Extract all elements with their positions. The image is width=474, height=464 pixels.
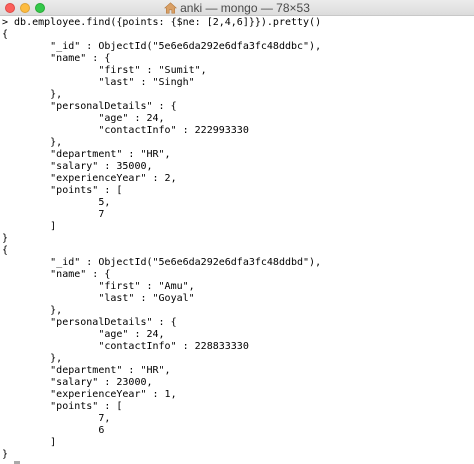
terminal-line: "salary" : 35000,	[2, 161, 474, 173]
terminal-line: "age" : 24,	[2, 329, 474, 341]
terminal-line-text: ]	[2, 437, 57, 448]
terminal-line-text: 5,	[2, 197, 111, 208]
terminal-line: "_id" : ObjectId("5e6e6da292e6dfa3fc48dd…	[2, 257, 474, 269]
terminal-line-text: "salary" : 23000,	[2, 377, 153, 388]
terminal-line-text: "_id" : ObjectId("5e6e6da292e6dfa3fc48dd…	[2, 257, 322, 268]
terminal-line-text: "contactInfo" : 228833330	[2, 341, 249, 352]
terminal-line: "name" : {	[2, 53, 474, 65]
terminal-line-text: "last" : "Goyal"	[2, 293, 195, 304]
terminal-line-text: }	[2, 449, 9, 460]
title-bar[interactable]: anki — mongo — 78×53	[0, 0, 474, 16]
terminal-line: "department" : "HR",	[2, 365, 474, 377]
terminal-line-text: }	[2, 233, 9, 244]
terminal-line-text: "points" : [	[2, 185, 123, 196]
terminal-line: 7	[2, 209, 474, 221]
terminal-line-text: },	[2, 353, 63, 364]
terminal-line: {	[2, 29, 474, 41]
terminal-line: "department" : "HR",	[2, 149, 474, 161]
terminal-line-text: 7	[2, 209, 105, 220]
terminal-line: "personalDetails" : {	[2, 317, 474, 329]
terminal-line: "experienceYear" : 1,	[2, 389, 474, 401]
terminal-line: },	[2, 305, 474, 317]
terminal-line-text: {	[2, 245, 9, 256]
terminal-window: anki — mongo — 78×53 > db.employee.find(…	[0, 0, 474, 464]
terminal-line: },	[2, 137, 474, 149]
terminal-line: {	[2, 245, 474, 257]
terminal-line-text: "personalDetails" : {	[2, 317, 177, 328]
terminal-line: "last" : "Goyal"	[2, 293, 474, 305]
terminal-line-text: ]	[2, 221, 57, 232]
terminal-line-text: "age" : 24,	[2, 113, 165, 124]
terminal-line-text: 6	[2, 425, 105, 436]
terminal-line-text: "department" : "HR",	[2, 149, 171, 160]
terminal-line-text: "contactInfo" : 222993330	[2, 125, 249, 136]
terminal-line-text: "experienceYear" : 1,	[2, 389, 177, 400]
terminal-line-text: "age" : 24,	[2, 329, 165, 340]
terminal-line: 6	[2, 425, 474, 437]
terminal-line: "first" : "Amu",	[2, 281, 474, 293]
terminal-line-text: "first" : "Sumit",	[2, 65, 207, 76]
terminal-line-text: "name" : {	[2, 53, 111, 64]
terminal-line-text: "salary" : 35000,	[2, 161, 153, 172]
window-title-container: anki — mongo — 78×53	[0, 1, 474, 15]
terminal-line-text: "points" : [	[2, 401, 123, 412]
home-folder-icon	[164, 2, 178, 14]
terminal-line-text: "_id" : ObjectId("5e6e6da292e6dfa3fc48dd…	[2, 41, 322, 52]
terminal-line-text: 7,	[2, 413, 111, 424]
terminal-line: "_id" : ObjectId("5e6e6da292e6dfa3fc48dd…	[2, 41, 474, 53]
terminal-line: 7,	[2, 413, 474, 425]
terminal-line: ]	[2, 437, 474, 449]
terminal-line: "name" : {	[2, 269, 474, 281]
terminal-line-text: "name" : {	[2, 269, 111, 280]
terminal-line: "age" : 24,	[2, 113, 474, 125]
terminal-line-text: },	[2, 89, 63, 100]
terminal-line: },	[2, 353, 474, 365]
terminal-line: "contactInfo" : 222993330	[2, 125, 474, 137]
terminal-line: "last" : "Singh"	[2, 77, 474, 89]
terminal-line: 5,	[2, 197, 474, 209]
terminal-line: "points" : [	[2, 401, 474, 413]
terminal-line-text: {	[2, 29, 9, 40]
terminal-line: }	[2, 449, 474, 461]
terminal-line: },	[2, 89, 474, 101]
terminal-line-text: "first" : "Amu",	[2, 281, 195, 292]
terminal-line: "salary" : 23000,	[2, 377, 474, 389]
terminal-line-text: "department" : "HR",	[2, 365, 171, 376]
terminal-output[interactable]: > db.employee.find({points: {$ne: [2,4,6…	[2, 17, 474, 464]
terminal-line: "experienceYear" : 2,	[2, 173, 474, 185]
terminal-line: "first" : "Sumit",	[2, 65, 474, 77]
terminal-line-text: },	[2, 305, 63, 316]
terminal-line-text: > db.employee.find({points: {$ne: [2,4,6…	[2, 17, 322, 28]
terminal-line: "contactInfo" : 228833330	[2, 341, 474, 353]
terminal-line: > db.employee.find({points: {$ne: [2,4,6…	[2, 17, 474, 29]
terminal-line-text: "experienceYear" : 2,	[2, 173, 177, 184]
terminal-line-text: "last" : "Singh"	[2, 77, 195, 88]
terminal-line: }	[2, 233, 474, 245]
terminal-line: ]	[2, 221, 474, 233]
window-title: anki — mongo — 78×53	[180, 1, 310, 15]
terminal-line: "personalDetails" : {	[2, 101, 474, 113]
terminal-line-text: },	[2, 137, 63, 148]
terminal-line: "points" : [	[2, 185, 474, 197]
terminal-line-text: "personalDetails" : {	[2, 101, 177, 112]
